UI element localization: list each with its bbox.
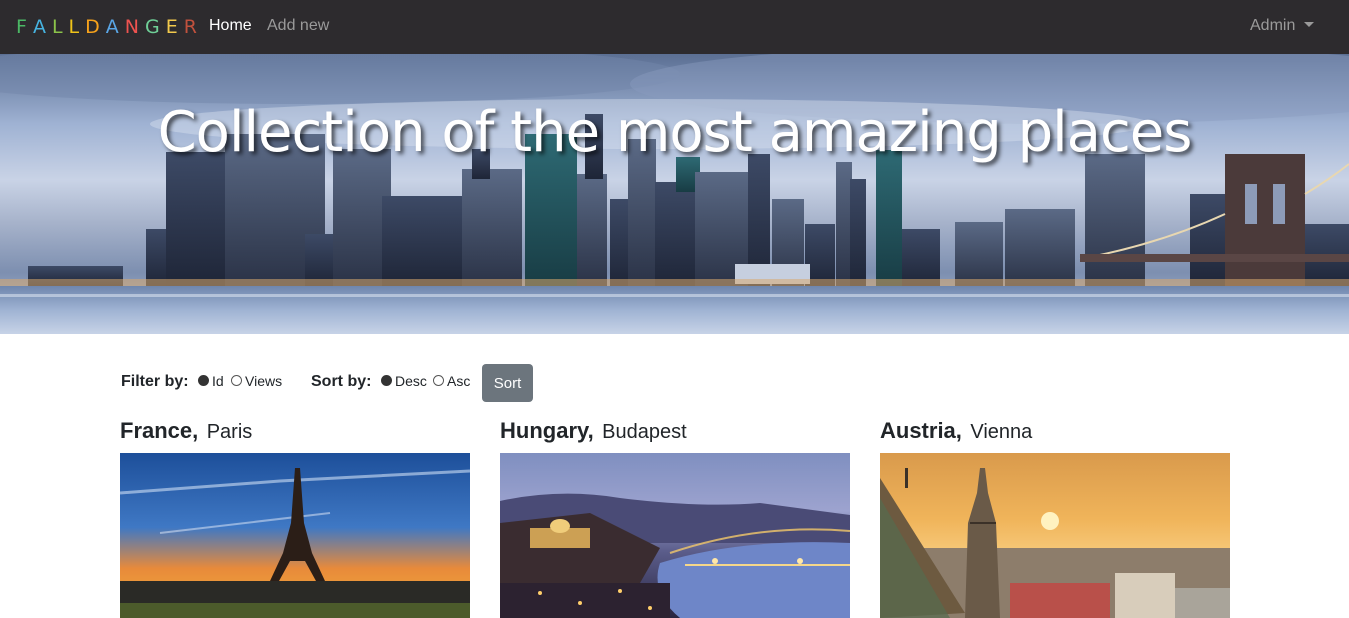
brand-letter: N [124,16,145,38]
vienna-sunset-image[interactable] [880,453,1230,618]
sort-desc-radio[interactable] [381,375,392,386]
filter-id-label: Id [212,373,224,389]
filter-views-radio[interactable] [231,375,242,386]
filter-sort-bar: Filter by: Id Views Sort by: Desc Asc So… [121,364,541,402]
navbar: FALLDANGER Home Add new Admin [0,0,1349,54]
place-card-heading: Hungary, Budapest [500,418,687,444]
brand-letter: L [68,16,86,38]
brand-letter: R [183,16,203,38]
filter-by-label: Filter by: [121,373,189,390]
place-country: France, [120,418,199,443]
sort-by-label: Sort by: [311,373,372,390]
brand-letter: A [105,16,125,38]
sort-button[interactable]: Sort [482,364,533,402]
brand-logo[interactable]: FALLDANGER [16,16,203,38]
place-card-austria[interactable]: Austria, Vienna [880,418,1230,618]
filter-id-radio[interactable] [198,375,209,386]
place-card-france[interactable]: France, Paris [120,418,470,618]
brand-letter: G [144,16,166,38]
admin-dropdown-label: Admin [1250,17,1296,34]
place-city: Paris [206,421,253,443]
admin-dropdown[interactable]: Admin [1250,17,1315,35]
nav-home-link[interactable]: Home [209,17,252,35]
place-country: Hungary, [500,418,594,443]
sort-asc-label: Asc [447,373,471,389]
city-skyline-image [0,54,1349,334]
nav-add-new-link[interactable]: Add new [267,17,329,35]
place-card-hungary[interactable]: Hungary, Budapest [500,418,850,618]
brand-letter: D [85,16,106,38]
place-city: Budapest [602,421,687,443]
brand-letter: F [16,16,33,38]
caret-down-icon [1304,22,1315,27]
place-country: Austria, [880,418,962,443]
place-card-heading: Austria, Vienna [880,418,1032,444]
hero-banner: Collection of the most amazing places [0,54,1349,334]
hero-title: Collection of the most amazing places [157,100,1193,165]
brand-letter: A [32,16,52,38]
place-city: Vienna [970,421,1033,443]
brand-letter: E [165,16,184,38]
sort-desc-label: Desc [395,373,427,389]
place-card-heading: France, Paris [120,418,252,444]
filter-views-label: Views [245,373,283,389]
budapest-night-image[interactable] [500,453,850,618]
eiffel-tower-image[interactable] [120,453,470,618]
brand-letter: L [51,16,69,38]
sort-asc-radio[interactable] [433,375,444,386]
